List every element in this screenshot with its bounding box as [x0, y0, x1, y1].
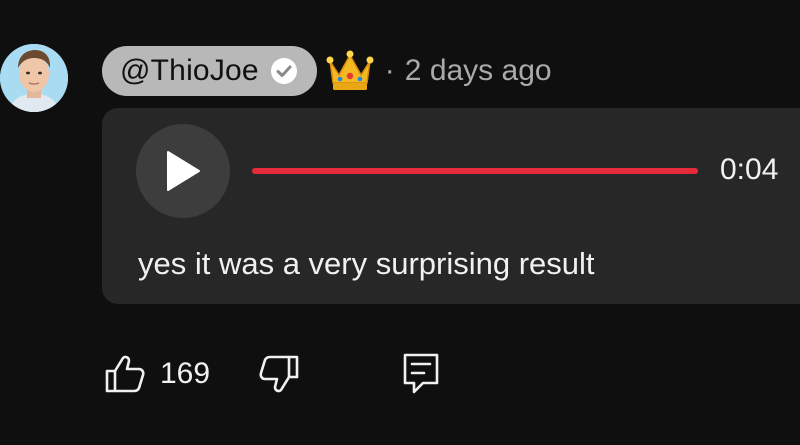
play-icon — [167, 151, 200, 191]
author-handle-chip[interactable]: @ThioJoe — [102, 46, 317, 96]
reply-button[interactable] — [402, 352, 440, 396]
dislike-button[interactable] — [258, 353, 300, 395]
comment-header: @ThioJoe · 2 days ago — [102, 46, 552, 96]
comment-timestamp[interactable]: 2 days ago — [405, 54, 552, 88]
author-handle: @ThioJoe — [120, 54, 259, 87]
voice-reply-card: 0:04 yes it was a very surprising result — [102, 108, 800, 304]
avatar-photo-icon — [0, 44, 68, 112]
like-button[interactable]: 169 — [104, 354, 210, 394]
comment-actions: 169 — [104, 350, 440, 398]
audio-progress-fill — [252, 168, 698, 174]
play-button[interactable] — [136, 124, 230, 218]
separator-dot: · — [384, 54, 395, 87]
thumbs-up-icon — [105, 355, 145, 393]
voice-transcript: yes it was a very surprising result — [138, 246, 595, 281]
like-count: 169 — [160, 357, 211, 390]
crown-icon — [325, 48, 375, 94]
audio-progress-bar[interactable] — [252, 168, 698, 174]
audio-duration: 0:04 — [720, 153, 779, 186]
reply-comment-icon — [403, 353, 439, 394]
avatar[interactable] — [0, 44, 68, 112]
thumbs-down-icon — [259, 355, 299, 393]
verified-check-icon — [269, 56, 299, 86]
